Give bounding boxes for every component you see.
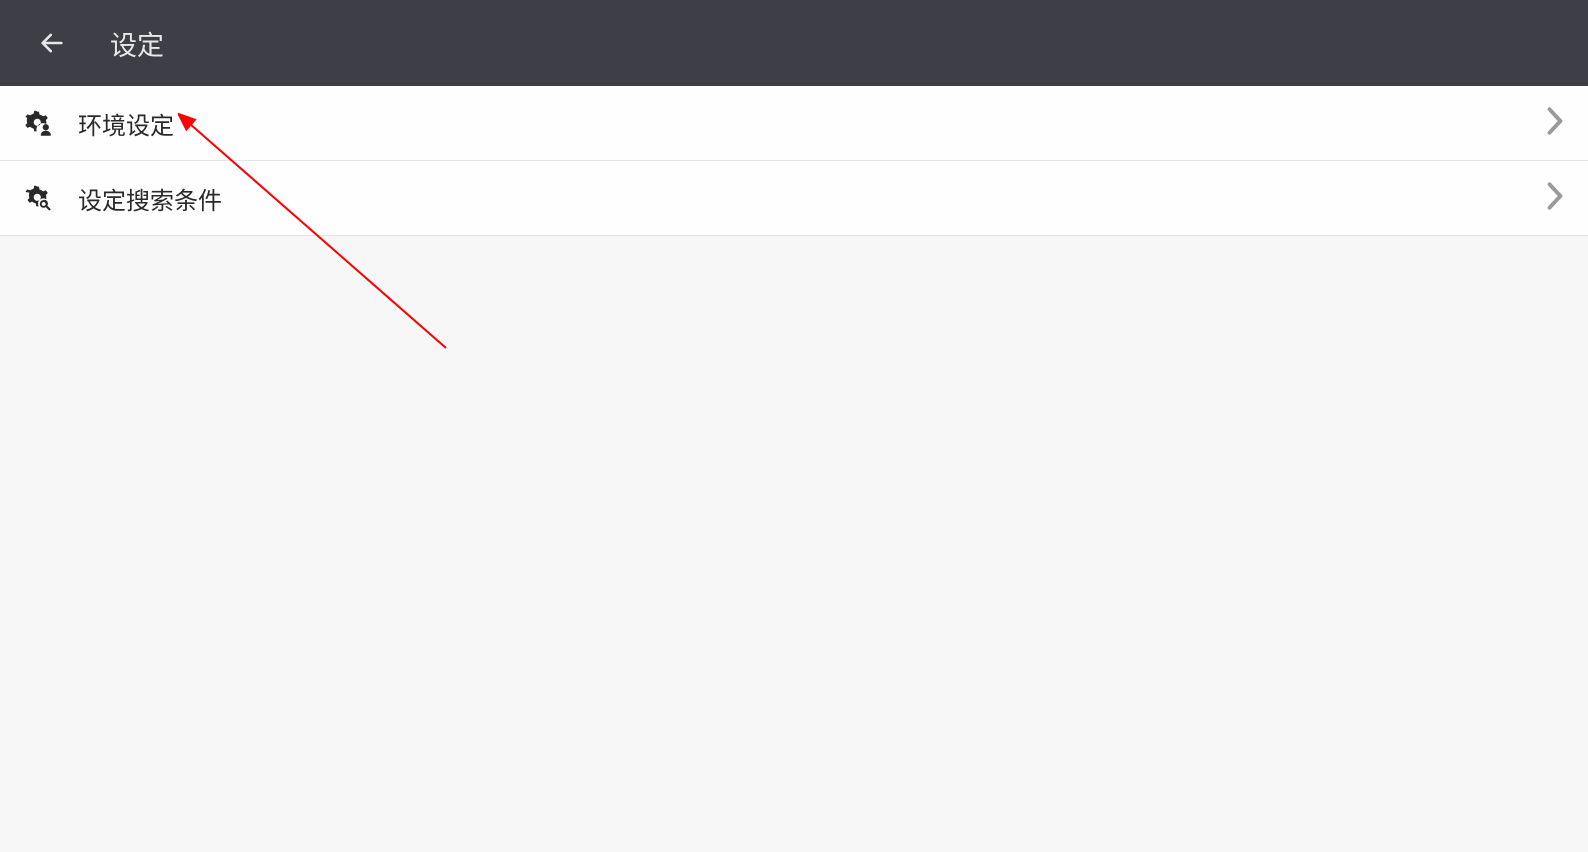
gear-search-icon bbox=[20, 180, 56, 216]
gear-user-icon bbox=[20, 105, 56, 141]
page-title: 设定 bbox=[110, 24, 164, 63]
chevron-right-icon bbox=[1546, 182, 1564, 215]
arrow-left-icon bbox=[38, 29, 66, 57]
settings-item-environment[interactable]: 环境设定 bbox=[0, 86, 1588, 161]
settings-item-search-conditions[interactable]: 设定搜索条件 bbox=[0, 161, 1588, 236]
back-button[interactable] bbox=[36, 27, 68, 59]
chevron-right-icon bbox=[1546, 107, 1564, 140]
app-header: 设定 bbox=[0, 0, 1588, 86]
item-label: 环境设定 bbox=[78, 106, 1546, 141]
item-label: 设定搜索条件 bbox=[78, 181, 1546, 216]
